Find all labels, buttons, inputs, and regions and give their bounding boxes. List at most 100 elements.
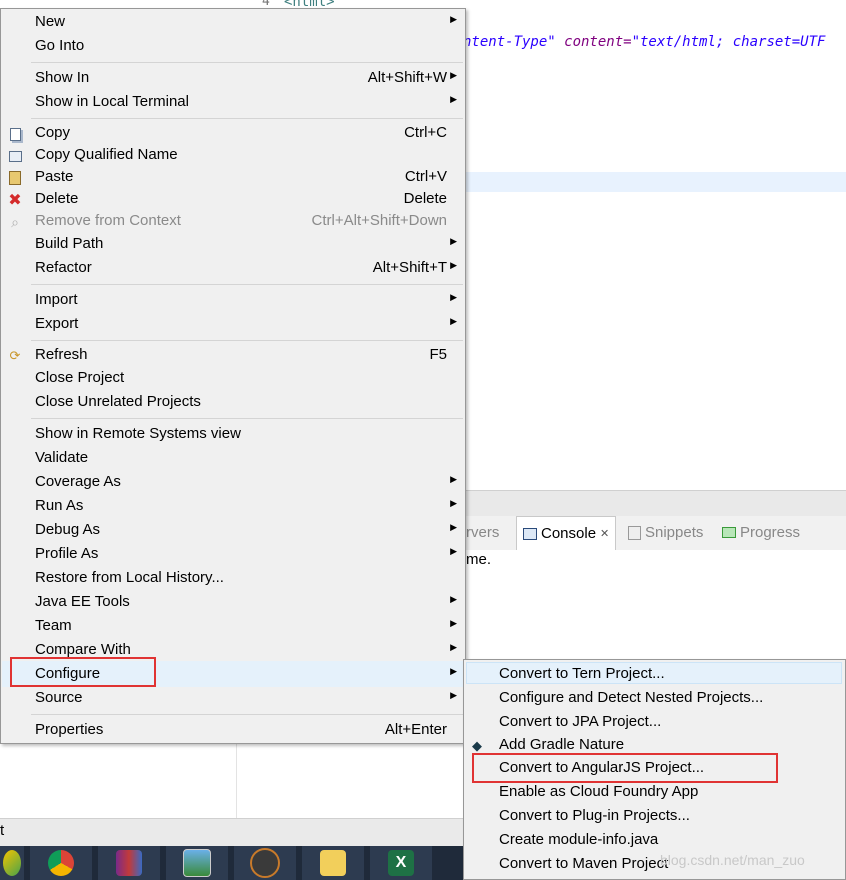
outline-area xyxy=(236,744,465,820)
menu-item-properties[interactable]: Properties Alt+Enter xyxy=(1,719,465,743)
menu-label: Copy xyxy=(35,124,71,141)
menu-item-new[interactable]: New ▶ xyxy=(1,11,465,35)
snippets-icon xyxy=(628,525,641,540)
menu-item-profile-as[interactable]: Profile As ▶ xyxy=(1,543,465,567)
menu-item-delete[interactable]: ✖ Delete Delete xyxy=(1,188,465,212)
app-icon xyxy=(3,850,21,876)
tab-progress-label: Progress xyxy=(740,524,801,541)
menu-item-close-unrelated-projects[interactable]: Close Unrelated Projects xyxy=(1,391,465,415)
tab-console[interactable]: Console ✕ xyxy=(516,516,617,551)
menu-separator xyxy=(31,714,463,715)
submenu-label: Convert to Tern Project... xyxy=(499,665,665,682)
menu-label: Compare With xyxy=(35,641,131,658)
refresh-icon: ⟳ xyxy=(9,348,21,363)
taskbar-winrar[interactable] xyxy=(98,846,160,880)
taskbar-eclipse[interactable] xyxy=(234,846,296,880)
delete-icon: ✖ xyxy=(8,192,22,209)
menu-item-paste[interactable]: Paste Ctrl+V xyxy=(1,166,465,190)
submenu-item-configure-nested[interactable]: Configure and Detect Nested Projects... xyxy=(464,687,845,711)
menu-label: Coverage As xyxy=(35,473,121,490)
menu-item-show-in-local-terminal[interactable]: Show in Local Terminal ▶ xyxy=(1,91,465,115)
menu-item-export[interactable]: Export ▶ xyxy=(1,313,465,337)
submenu-label: Enable as Cloud Foundry App xyxy=(499,783,699,800)
tab-snippets[interactable]: Snippets xyxy=(628,524,703,541)
menu-item-copy[interactable]: Copy Ctrl+C xyxy=(1,122,465,146)
submenu-arrow-icon: ▶ xyxy=(450,522,457,532)
submenu-item-convert-plugin[interactable]: Convert to Plug-in Projects... xyxy=(464,805,845,829)
taskbar-photos[interactable] xyxy=(166,846,228,880)
project-explorer-area[interactable] xyxy=(0,744,237,820)
menu-label: Show In xyxy=(35,69,90,86)
close-icon[interactable]: ✕ xyxy=(600,517,609,551)
annotation-box-angularjs xyxy=(472,753,778,783)
editor-scrollbar[interactable] xyxy=(466,490,846,517)
menu-item-validate[interactable]: Validate xyxy=(1,447,465,471)
submenu-arrow-icon: ▶ xyxy=(450,690,457,700)
tab-console-label: Console xyxy=(541,525,597,542)
menu-label: Copy Qualified Name xyxy=(35,146,178,163)
menu-item-refresh[interactable]: ⟳ Refresh F5 xyxy=(1,344,465,368)
photos-icon xyxy=(183,849,211,877)
menu-label: Import xyxy=(35,291,78,308)
menu-label: Properties xyxy=(35,721,104,738)
status-text: t xyxy=(0,822,5,839)
submenu-item-convert-tern[interactable]: Convert to Tern Project... xyxy=(464,663,845,687)
menu-item-copy-qualified-name[interactable]: Copy Qualified Name xyxy=(1,144,465,168)
menu-item-build-path[interactable]: Build Path ▶ xyxy=(1,233,465,257)
submenu-label: Add Gradle Nature xyxy=(499,736,625,753)
editor-area[interactable] xyxy=(466,0,846,490)
submenu-arrow-icon: ▶ xyxy=(450,474,457,484)
menu-item-close-project[interactable]: Close Project xyxy=(1,367,465,391)
submenu-item-convert-jpa[interactable]: Convert to JPA Project... xyxy=(464,711,845,735)
gradle-icon: ◆ xyxy=(472,738,482,753)
submenu-label: Create module-info.java xyxy=(499,831,659,848)
menu-label: Paste xyxy=(35,168,74,185)
menu-item-refactor[interactable]: Refactor Alt+Shift+T ▶ xyxy=(1,257,465,281)
submenu-label: Convert to Plug-in Projects... xyxy=(499,807,690,824)
menu-item-show-in-remote-systems[interactable]: Show in Remote Systems view xyxy=(1,423,465,447)
tab-progress[interactable]: Progress xyxy=(722,524,800,541)
menu-label: Show in Local Terminal xyxy=(35,93,189,110)
submenu-label: Configure and Detect Nested Projects... xyxy=(499,689,764,706)
menu-separator xyxy=(31,62,463,63)
submenu-arrow-icon: ▶ xyxy=(450,292,457,302)
submenu-arrow-icon: ▶ xyxy=(450,546,457,556)
menu-item-import[interactable]: Import ▶ xyxy=(1,289,465,313)
menu-item-team[interactable]: Team ▶ xyxy=(1,615,465,639)
watermark: blog.csdn.net/man_zuo xyxy=(660,852,805,868)
menu-item-run-as[interactable]: Run As ▶ xyxy=(1,495,465,519)
submenu-arrow-icon: ▶ xyxy=(450,498,457,508)
menu-label: Refresh xyxy=(35,346,88,363)
console-body[interactable] xyxy=(466,550,846,660)
annotation-box-configure xyxy=(10,657,156,687)
current-line-highlight xyxy=(466,172,846,192)
taskbar-chrome[interactable] xyxy=(30,846,92,880)
menu-item-source[interactable]: Source ▶ xyxy=(1,687,465,711)
submenu-arrow-icon: ▶ xyxy=(450,618,457,628)
menu-item-debug-as[interactable]: Debug As ▶ xyxy=(1,519,465,543)
submenu-label: Convert to Maven Project xyxy=(499,855,669,872)
menu-separator xyxy=(31,284,463,285)
menu-separator xyxy=(31,118,463,119)
taskbar-folder[interactable] xyxy=(302,846,364,880)
submenu-arrow-icon: ▶ xyxy=(450,594,457,604)
tab-servers[interactable]: rvers xyxy=(466,524,499,541)
taskbar-app-1[interactable] xyxy=(0,846,24,880)
menu-label: New xyxy=(35,13,66,30)
views-tab-bar: rvers Console ✕ Snippets Progress xyxy=(466,516,846,551)
menu-label: Delete xyxy=(35,190,79,207)
submenu-arrow-icon: ▶ xyxy=(450,260,457,270)
submenu-arrow-icon: ▶ xyxy=(450,236,457,246)
menu-label: Debug As xyxy=(35,521,101,538)
taskbar-excel[interactable]: X xyxy=(370,846,432,880)
submenu-item-cloud-foundry[interactable]: Enable as Cloud Foundry App xyxy=(464,781,845,805)
menu-item-restore-local-history[interactable]: Restore from Local History... xyxy=(1,567,465,591)
submenu-item-create-module-info[interactable]: Create module-info.java xyxy=(464,829,845,853)
menu-item-coverage-as[interactable]: Coverage As ▶ xyxy=(1,471,465,495)
code-attr-content: content= xyxy=(555,34,632,50)
menu-item-show-in[interactable]: Show In Alt+Shift+W ▶ xyxy=(1,67,465,91)
code-line: ntent-Type" content="text/html; charset=… xyxy=(463,34,825,50)
menu-item-go-into[interactable]: Go Into xyxy=(1,35,465,59)
remove-context-icon: ⌕ xyxy=(11,213,19,230)
menu-item-java-ee-tools[interactable]: Java EE Tools ▶ xyxy=(1,591,465,615)
